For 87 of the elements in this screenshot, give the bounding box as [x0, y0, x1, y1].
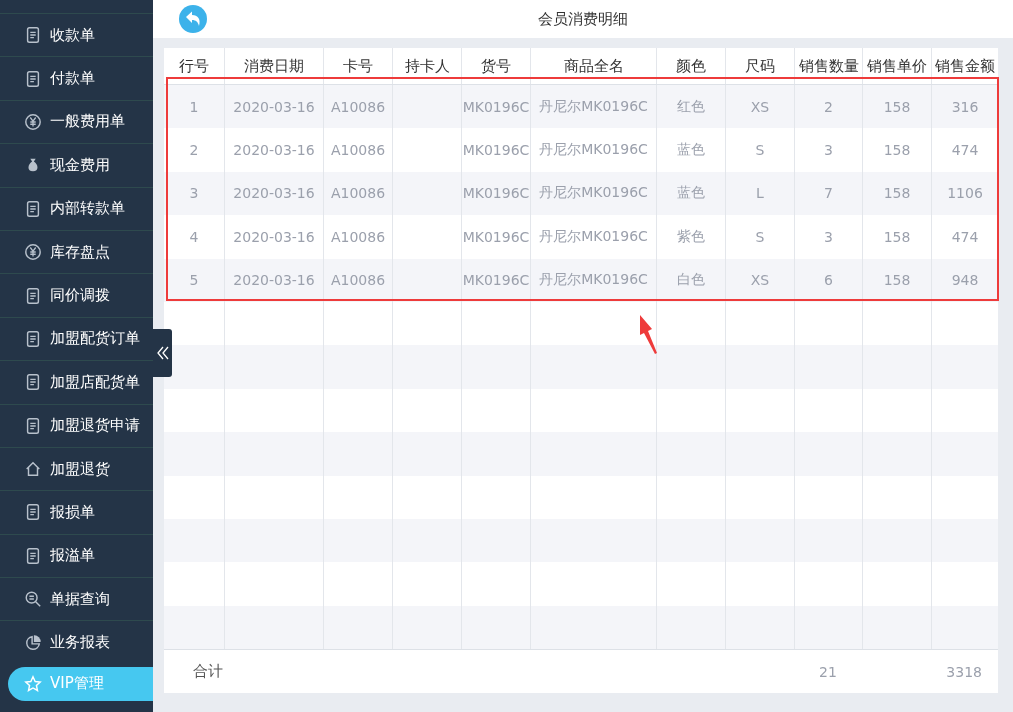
table-cell: 丹尼尔MK0196C: [530, 215, 656, 259]
table-cell: 474: [931, 128, 998, 172]
double-chevron-left-icon: [156, 345, 169, 361]
table-cell: 2020-03-16: [224, 85, 323, 129]
table-cell: MK0196C: [461, 258, 530, 302]
column-header: 销售金额: [931, 48, 998, 84]
table-cell: 158: [862, 85, 931, 129]
table-cell: 丹尼尔MK0196C: [530, 128, 656, 172]
table-cell: 白色: [656, 258, 725, 302]
table-cell: S: [725, 128, 794, 172]
table-cell-text: 3: [188, 184, 200, 204]
table-cell: 7: [794, 171, 862, 216]
table-cell: 474: [931, 215, 998, 259]
table-cell: A10086: [323, 171, 392, 216]
sidebar-item[interactable]: 库存盘点: [0, 229, 153, 274]
sidebar-item[interactable]: 同价调拨: [0, 273, 153, 317]
star-icon: [24, 674, 42, 693]
sidebar-item[interactable]: 内部转款单: [0, 186, 153, 230]
table-cell: 紫色: [656, 215, 725, 259]
table-cell: S: [725, 215, 794, 259]
sidebar-item[interactable]: 业务报表: [0, 620, 153, 664]
sidebar-item[interactable]: 报溢单: [0, 533, 153, 578]
sidebar-item[interactable]: 一般费用单: [0, 99, 153, 144]
table-cell: 158: [862, 215, 931, 259]
column-header: 销售数量: [794, 48, 862, 84]
table-cell: 316: [931, 85, 998, 129]
sidebar-item[interactable]: 单据查询: [0, 577, 153, 621]
table-cell: MK0196C: [461, 128, 530, 172]
total-amount: 3318: [946, 663, 982, 680]
yen-circle-icon: [24, 112, 42, 131]
table-cell: 2: [794, 85, 862, 129]
table-cell: 2020-03-16: [224, 215, 323, 259]
table-cell: XS: [725, 258, 794, 302]
table-cell: L: [725, 171, 794, 216]
table-cell: 3: [794, 215, 862, 259]
sidebar-item[interactable]: 加盟退货申请: [0, 403, 153, 447]
sidebar-item[interactable]: 现金费用: [0, 143, 153, 187]
table-cell: 6: [794, 258, 862, 302]
table-cell: 红色: [656, 85, 725, 129]
table-cell: 丹尼尔MK0196C: [530, 258, 656, 302]
table-cell: 2020-03-16: [224, 258, 323, 302]
house-icon: [24, 460, 42, 479]
table-cell: 2020-03-16: [224, 128, 323, 172]
table-cell: 158: [862, 258, 931, 302]
table-cell: 3: [794, 128, 862, 172]
table-cell-text: 1: [188, 97, 200, 117]
table-cell: A10086: [323, 215, 392, 259]
annotation-arrow: [638, 315, 658, 355]
column-header: 卡号: [323, 48, 392, 84]
page-title: 会员消费明细: [538, 9, 628, 29]
sidebar-item[interactable]: 加盟退货: [0, 446, 153, 491]
sidebar-item[interactable]: 报损单: [0, 490, 153, 534]
collapse-sidebar-button[interactable]: [153, 329, 172, 377]
column-header: 货号: [461, 48, 530, 84]
table-cell: 948: [931, 258, 998, 302]
table-cell: A10086: [323, 85, 392, 129]
table-cell: MK0196C: [461, 171, 530, 216]
table-cell: 158: [862, 128, 931, 172]
table-cell: 丹尼尔MK0196C: [530, 85, 656, 129]
table-cell-text: 2: [188, 141, 200, 161]
table-cell: MK0196C: [461, 85, 530, 129]
column-header: 商品全名: [530, 48, 656, 84]
column-header: 销售单价: [862, 48, 931, 84]
table-cell: 蓝色: [656, 171, 725, 216]
table-cell: 丹尼尔MK0196C: [530, 171, 656, 216]
table-cell-text: 5: [188, 271, 200, 291]
table-cell: 158: [862, 171, 931, 216]
pie-chart-icon: [24, 633, 42, 652]
table-cell: 2020-03-16: [224, 171, 323, 216]
table-cell: A10086: [323, 258, 392, 302]
search-icon: [24, 590, 42, 609]
table-cell-text: 4: [188, 227, 200, 247]
column-header: 颜色: [656, 48, 725, 84]
sidebar-item[interactable]: 收款单: [0, 13, 153, 57]
table-cell: A10086: [323, 128, 392, 172]
table-cell: XS: [725, 85, 794, 129]
table-cell: 蓝色: [656, 128, 725, 172]
column-header: 行号: [178, 55, 210, 77]
table-cell: MK0196C: [461, 215, 530, 259]
table-cell: 1106: [931, 171, 998, 216]
column-header: 持卡人: [392, 48, 461, 84]
total-label: 合计: [193, 662, 223, 682]
column-header: 尺码: [725, 48, 794, 84]
sidebar-item[interactable]: 付款单: [0, 56, 153, 100]
column-header: 消费日期: [224, 48, 323, 84]
total-quantity: 21: [819, 663, 837, 680]
sidebar-item[interactable]: 加盟店配货单: [0, 360, 153, 404]
